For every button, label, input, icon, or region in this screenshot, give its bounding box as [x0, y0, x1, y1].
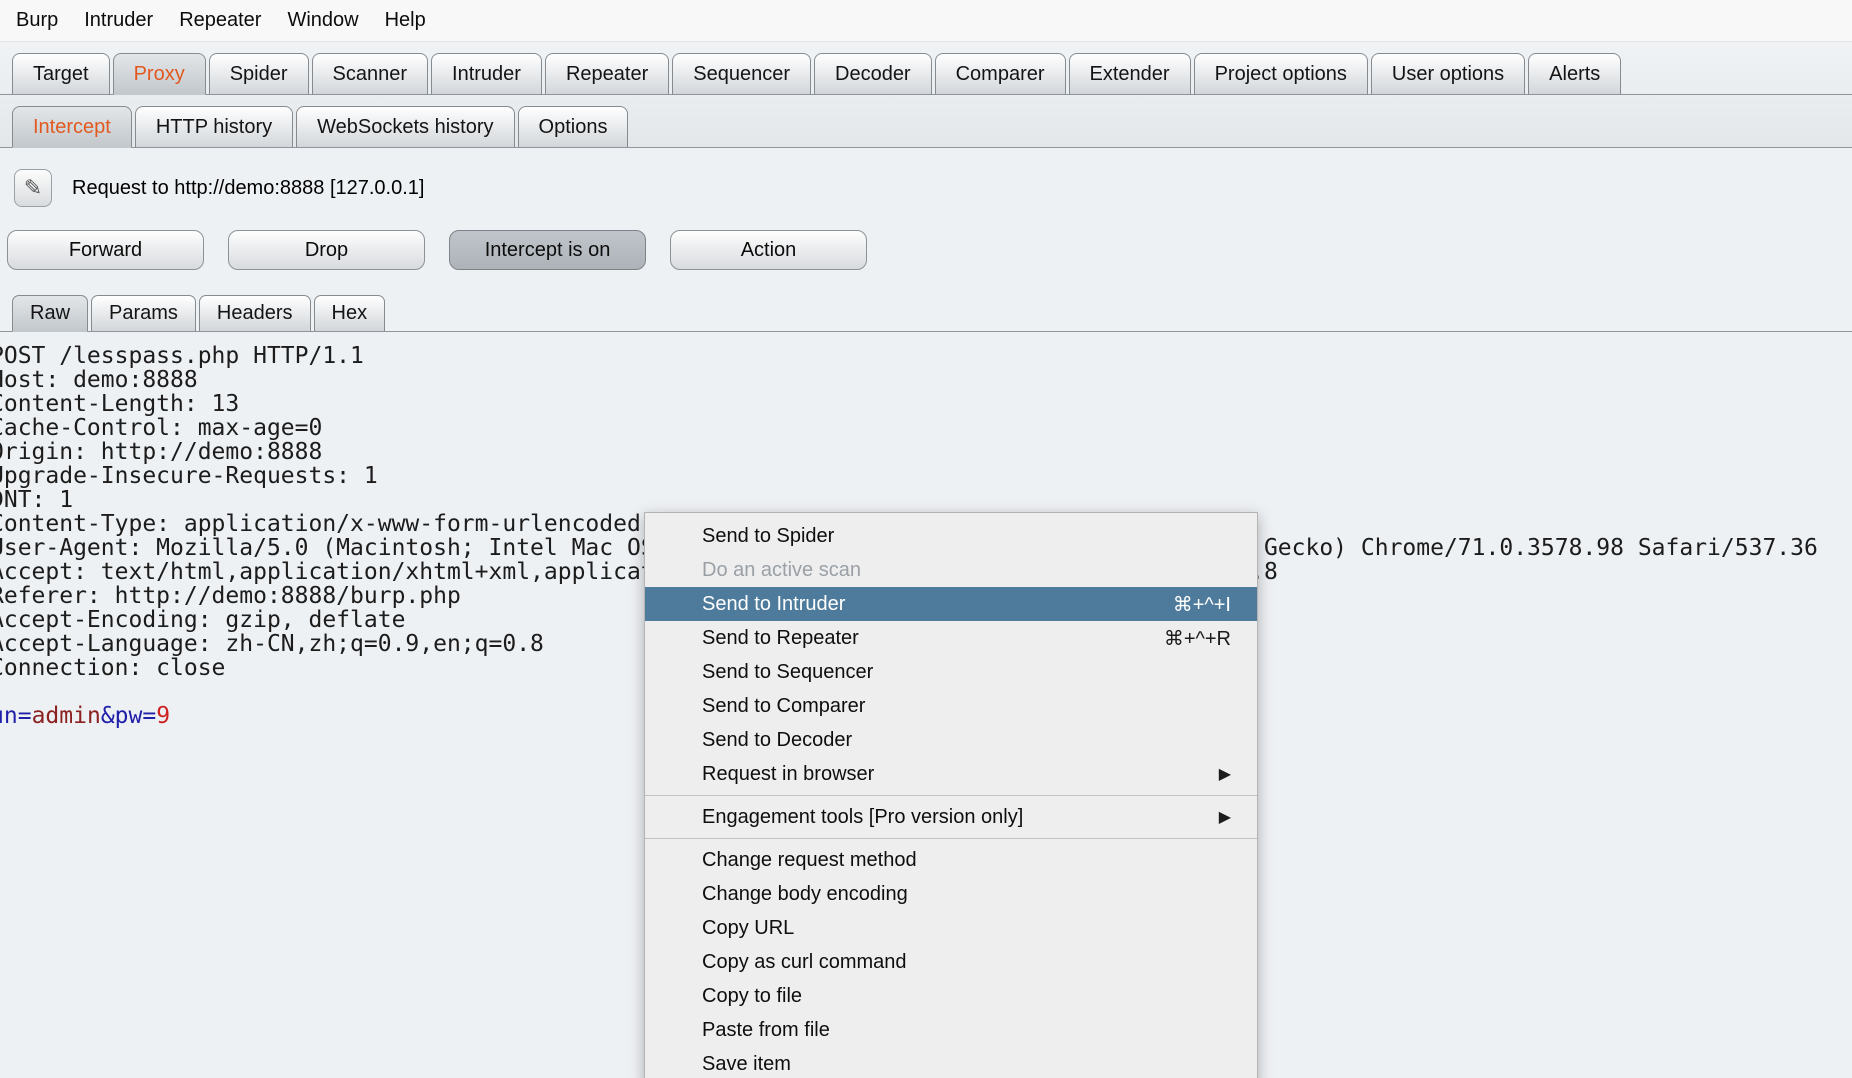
request-header-line: Upgrade-Insecure-Requests: 1 [0, 463, 378, 489]
context-menu-item-send-to-decoder[interactable]: Send to Decoder [645, 723, 1257, 757]
context-menu-item-request-in-browser[interactable]: Request in browser ▶ [645, 757, 1257, 791]
menubar-item-window[interactable]: Window [287, 9, 358, 32]
shortcut-label: ⌘+^+R [1163, 627, 1231, 650]
request-header-line: Content-Length: 13 [0, 391, 240, 417]
context-menu-item-send-to-repeater[interactable]: Send to Repeater ⌘+^+R [645, 621, 1257, 655]
main-tab-strip: Target Proxy Spider Scanner Intruder Repeater… [0, 42, 1852, 95]
context-menu-item-do-an-active-scan: Do an active scan [645, 553, 1257, 587]
menu-separator [645, 838, 1257, 839]
tab-repeater[interactable]: Repeater [544, 53, 670, 95]
context-menu-item-label: Copy to file [702, 984, 803, 1007]
tab-user-options[interactable]: User options [1370, 53, 1526, 95]
request-header-line: Cache-Control: max-age=0 [0, 415, 323, 441]
tab-proxy[interactable]: Proxy [112, 53, 206, 95]
request-banner: ✎ Request to http://demo:8888 [127.0.0.1… [0, 148, 1852, 212]
tab-extender[interactable]: Extender [1068, 53, 1191, 95]
menu-bar: Burp Intruder Repeater Window Help [0, 0, 1852, 42]
context-menu-item-send-to-sequencer[interactable]: Send to Sequencer [645, 655, 1257, 689]
context-menu-item-label: Send to Decoder [702, 728, 853, 751]
drop-button[interactable]: Drop [228, 230, 425, 270]
submenu-arrow-icon: ▶ [1218, 809, 1231, 826]
request-body-token: = [142, 703, 157, 729]
context-menu-item-label: Do an active scan [702, 558, 861, 581]
menubar-item-repeater[interactable]: Repeater [179, 9, 261, 32]
context-menu-item-send-to-comparer[interactable]: Send to Comparer [645, 689, 1257, 723]
context-menu-item-label: Request in browser [702, 762, 875, 785]
intercept-button-row: Forward Drop Intercept is on Action [0, 230, 1852, 270]
context-menu-item-label: Send to Repeater [702, 626, 859, 649]
request-header-line: Host: demo:8888 [0, 367, 198, 393]
request-header-line: DNT: 1 [0, 487, 74, 513]
context-menu-item-label: Send to Sequencer [702, 660, 874, 683]
tab-sequencer[interactable]: Sequencer [672, 53, 811, 95]
context-menu-item-label: Copy URL [702, 916, 795, 939]
context-menu-item-change-body-encoding[interactable]: Change body encoding [645, 877, 1257, 911]
tab-hex[interactable]: Hex [313, 295, 386, 332]
context-menu-item-label: Send to Spider [702, 524, 835, 547]
context-menu-item-label: Change request method [702, 848, 917, 871]
context-menu: Send to Spider Do an active scan Send to I… [644, 512, 1258, 1078]
tab-websockets-history[interactable]: WebSockets history [296, 106, 515, 148]
tab-alerts[interactable]: Alerts [1528, 53, 1622, 95]
forward-button[interactable]: Forward [7, 230, 204, 270]
context-menu-item-label: Send to Intruder [702, 592, 846, 615]
context-menu-item-copy-url[interactable]: Copy URL [645, 911, 1257, 945]
tab-params[interactable]: Params [91, 295, 196, 332]
sub-tab-strip: Intercept HTTP history WebSockets history O… [0, 95, 1852, 148]
request-body-token: 9 [156, 703, 171, 729]
request-header-line: POST /lesspass.php HTTP/1.1 [0, 343, 364, 369]
edit-request-button[interactable]: ✎ [14, 169, 52, 207]
request-header-line: Origin: http://demo:8888 [0, 439, 323, 465]
menubar-item-burp[interactable]: Burp [16, 9, 58, 32]
menubar-item-help[interactable]: Help [385, 9, 426, 32]
request-banner-title: Request to http://demo:8888 [127.0.0.1] [72, 176, 425, 199]
request-body-token: un [0, 703, 18, 729]
context-menu-item-label: Change body encoding [702, 882, 908, 905]
context-menu-item-label: Copy as curl command [702, 950, 907, 973]
tab-comparer[interactable]: Comparer [934, 53, 1066, 95]
context-menu-item-label: Save item [702, 1052, 791, 1075]
tab-options[interactable]: Options [517, 106, 629, 148]
menu-separator [645, 795, 1257, 796]
tab-target[interactable]: Target [12, 53, 110, 95]
menubar-item-intruder[interactable]: Intruder [84, 9, 153, 32]
request-body-token: & [100, 703, 115, 729]
request-body-token: pw [114, 703, 143, 729]
tab-spider[interactable]: Spider [208, 53, 309, 95]
context-menu-item-copy-as-curl-command[interactable]: Copy as curl command [645, 945, 1257, 979]
submenu-arrow-icon: ▶ [1218, 766, 1231, 783]
context-menu-item-change-request-method[interactable]: Change request method [645, 843, 1257, 877]
tab-project-options[interactable]: Project options [1193, 53, 1368, 95]
context-menu-item-send-to-intruder[interactable]: Send to Intruder ⌘+^+I [645, 587, 1257, 621]
pencil-icon: ✎ [23, 175, 43, 200]
context-menu-item-send-to-spider[interactable]: Send to Spider [645, 519, 1257, 553]
context-menu-item-copy-to-file[interactable]: Copy to file [645, 979, 1257, 1013]
window-chrome: Target Proxy Spider Scanner Intruder Repeater… [0, 42, 1852, 148]
tab-http-history[interactable]: HTTP history [134, 106, 294, 148]
view-tab-strip: Raw Params Headers Hex [0, 270, 1852, 332]
context-menu-item-save-item[interactable]: Save item [645, 1047, 1257, 1078]
tab-scanner[interactable]: Scanner [311, 53, 429, 95]
tab-headers[interactable]: Headers [198, 295, 311, 332]
intercept-is-on-button[interactable]: Intercept is on [449, 230, 646, 270]
tab-intruder[interactable]: Intruder [431, 53, 542, 95]
action-button[interactable]: Action [670, 230, 867, 270]
tab-intercept[interactable]: Intercept [12, 106, 132, 148]
context-menu-item-label: Send to Comparer [702, 694, 866, 717]
shortcut-label: ⌘+^+I [1172, 593, 1231, 616]
tab-raw[interactable]: Raw [12, 295, 89, 332]
context-menu-item-engagement-tools-pro-version-only[interactable]: Engagement tools [Pro version only] ▶ [645, 800, 1257, 834]
request-body-token: admin [31, 703, 101, 729]
tab-decoder[interactable]: Decoder [814, 53, 932, 95]
context-menu-item-label: Paste from file [702, 1018, 830, 1041]
context-menu-item-paste-from-file[interactable]: Paste from file [645, 1013, 1257, 1047]
context-menu-item-label: Engagement tools [Pro version only] [702, 805, 1024, 828]
request-body-token: = [17, 703, 32, 729]
